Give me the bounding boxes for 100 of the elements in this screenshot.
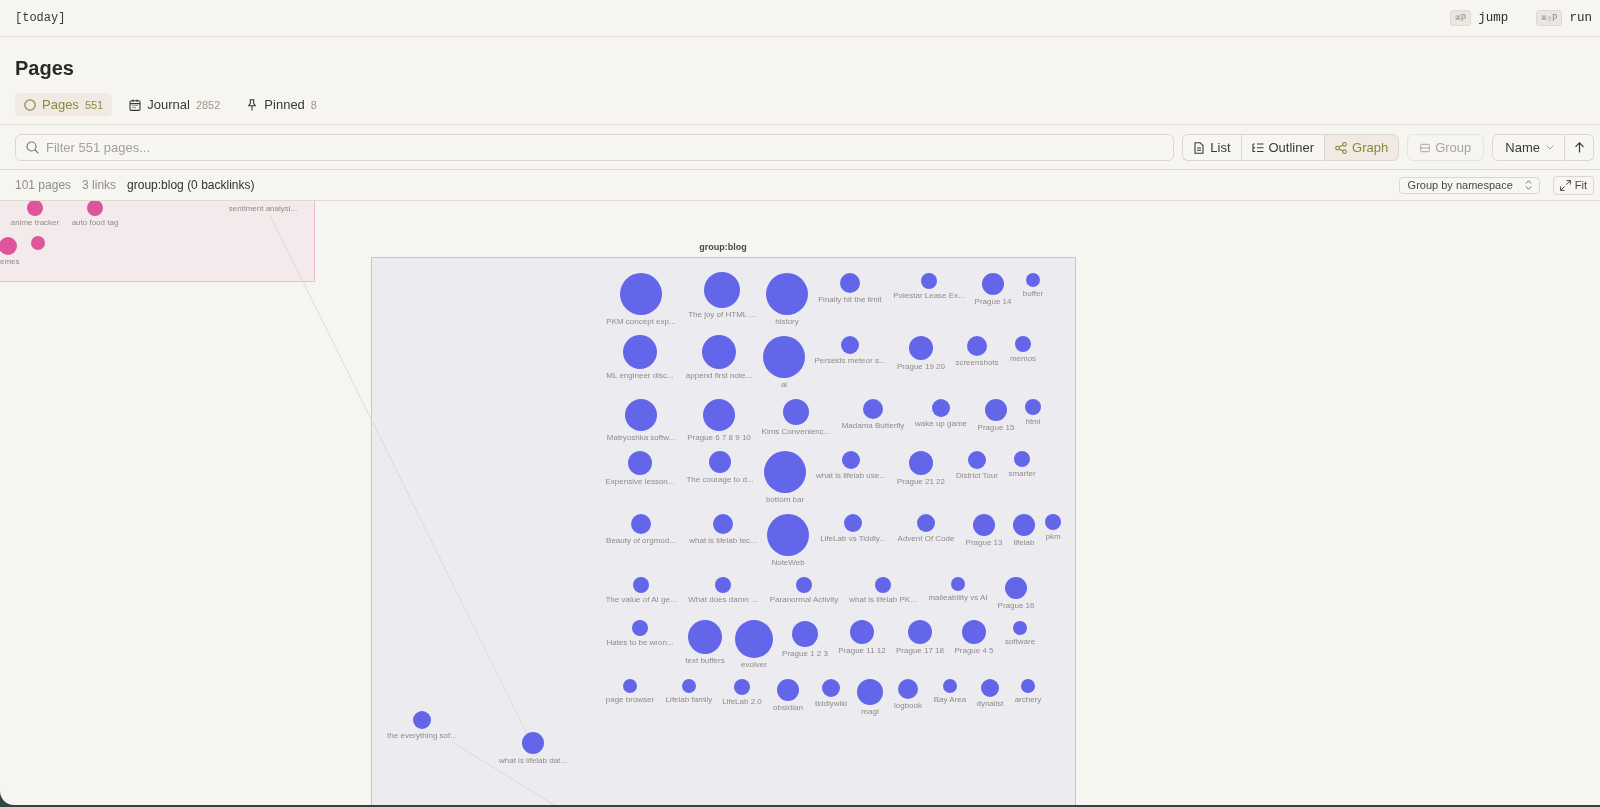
graph-node[interactable] (1014, 451, 1030, 467)
graph-node[interactable] (1015, 336, 1031, 352)
node-label: Polestar Lease Ex... (893, 291, 965, 301)
node-label: html (1025, 417, 1041, 427)
graph-node[interactable] (1013, 621, 1027, 635)
graph-node[interactable] (735, 620, 773, 658)
graph-node[interactable] (763, 336, 805, 378)
fit-button[interactable]: Fit (1552, 175, 1594, 195)
graph-node[interactable] (898, 679, 918, 699)
graph-node[interactable] (31, 236, 45, 250)
node-label: Prague 19 20 (897, 362, 945, 372)
link-count: 3 links (82, 178, 117, 192)
graph-node[interactable] (932, 399, 950, 417)
tab[interactable]: Pinned 8 (237, 93, 326, 116)
graph-node[interactable] (840, 273, 860, 293)
graph-node[interactable] (682, 679, 696, 693)
graph-node[interactable] (796, 577, 812, 593)
graph-node[interactable] (715, 577, 731, 593)
graph-node[interactable] (909, 451, 933, 475)
node-label: ML engineer disc... (606, 371, 674, 381)
graph-node[interactable] (967, 336, 987, 356)
graph-node[interactable] (631, 514, 651, 534)
shortcut-label[interactable]: jump (1478, 11, 1509, 25)
graph-node[interactable] (1045, 514, 1061, 530)
graph-node[interactable] (87, 201, 103, 216)
graph-node[interactable] (982, 273, 1004, 295)
graph-node[interactable] (764, 451, 806, 493)
graph-node[interactable] (766, 273, 808, 315)
node-label: what is lifelab PK... (849, 595, 917, 605)
graph-node[interactable] (625, 399, 657, 431)
graph-node[interactable] (628, 451, 652, 475)
graph-node[interactable] (633, 577, 649, 593)
shortcut-label[interactable]: run (1569, 11, 1592, 25)
graph-node[interactable] (703, 399, 735, 431)
view-toggle-button[interactable]: Outliner (1240, 134, 1325, 161)
graph-node[interactable] (921, 273, 937, 289)
graph-node[interactable] (909, 336, 933, 360)
graph-node[interactable] (1005, 577, 1027, 599)
graph-node[interactable] (844, 514, 862, 532)
graph-node[interactable] (0, 237, 17, 255)
graph-node[interactable] (857, 679, 883, 705)
graph-node[interactable] (734, 679, 750, 695)
graph-node[interactable] (822, 679, 840, 697)
graph-node[interactable] (973, 514, 995, 536)
graph-node[interactable] (1021, 679, 1035, 693)
graph-node[interactable] (792, 621, 818, 647)
graph-node[interactable] (27, 201, 43, 216)
graph-node[interactable] (917, 514, 935, 532)
graph-node[interactable] (632, 620, 648, 636)
graph-node[interactable] (620, 273, 662, 315)
node-label: Kims Convenienc... (761, 427, 831, 437)
graph-node[interactable] (1026, 273, 1040, 287)
graph-node[interactable] (968, 451, 986, 469)
graph-node[interactable] (985, 399, 1007, 421)
sort-button[interactable]: Name (1492, 134, 1565, 161)
view-toggle-button[interactable]: List (1182, 134, 1241, 161)
graph-node[interactable] (981, 679, 999, 697)
graph-node[interactable] (962, 620, 986, 644)
graph-node[interactable] (1013, 514, 1035, 536)
expand-icon (1559, 179, 1571, 191)
graph-node[interactable] (704, 272, 740, 308)
node-label: logbook (894, 701, 922, 711)
graph-node[interactable] (875, 577, 891, 593)
tab[interactable]: Journal 2852 (120, 93, 230, 116)
sort-direction-button[interactable] (1565, 134, 1594, 161)
chevron-down-icon (1546, 145, 1554, 150)
search-field[interactable]: Filter 551 pages... (15, 134, 1175, 161)
graph-node[interactable] (842, 451, 860, 469)
graph-node[interactable] (841, 336, 859, 354)
graph-node[interactable] (713, 514, 733, 534)
graph-node[interactable] (863, 399, 883, 419)
graph-node[interactable] (709, 451, 731, 473)
graph-node[interactable] (783, 399, 809, 425)
graph-node[interactable] (908, 620, 932, 644)
graph-node[interactable] (702, 335, 736, 369)
node-label: smarter (1008, 469, 1036, 479)
node-label: Prague 14 (974, 297, 1012, 307)
node-label: ai (780, 380, 788, 390)
graph-node[interactable] (1025, 399, 1041, 415)
graph-node[interactable] (943, 679, 957, 693)
graph-node[interactable] (522, 732, 544, 754)
graph-node[interactable] (951, 577, 965, 591)
graph-node[interactable] (850, 620, 874, 644)
graph-node[interactable] (623, 335, 657, 369)
node-label: Prague 1 2 3 (782, 649, 828, 659)
graph-node[interactable] (688, 620, 722, 654)
node-label: Prague 4 5 (954, 646, 994, 656)
node-label: anime tracker (10, 218, 60, 228)
node-label: obsidian (773, 703, 803, 713)
graph-node[interactable] (777, 679, 799, 701)
graph-node[interactable] (623, 679, 637, 693)
node-label: The courage to d... (686, 475, 754, 485)
group-select[interactable]: Group by namespace (1398, 176, 1540, 194)
node-label: append first note... (685, 371, 753, 381)
node-label: auto food tag (71, 218, 119, 228)
graph-node[interactable] (413, 711, 431, 729)
graph-node[interactable] (767, 514, 809, 556)
node-label: malleability vs AI (928, 593, 988, 603)
node-label: NoteWeb (771, 558, 805, 568)
node-label: PKM concept exp... (606, 317, 676, 327)
